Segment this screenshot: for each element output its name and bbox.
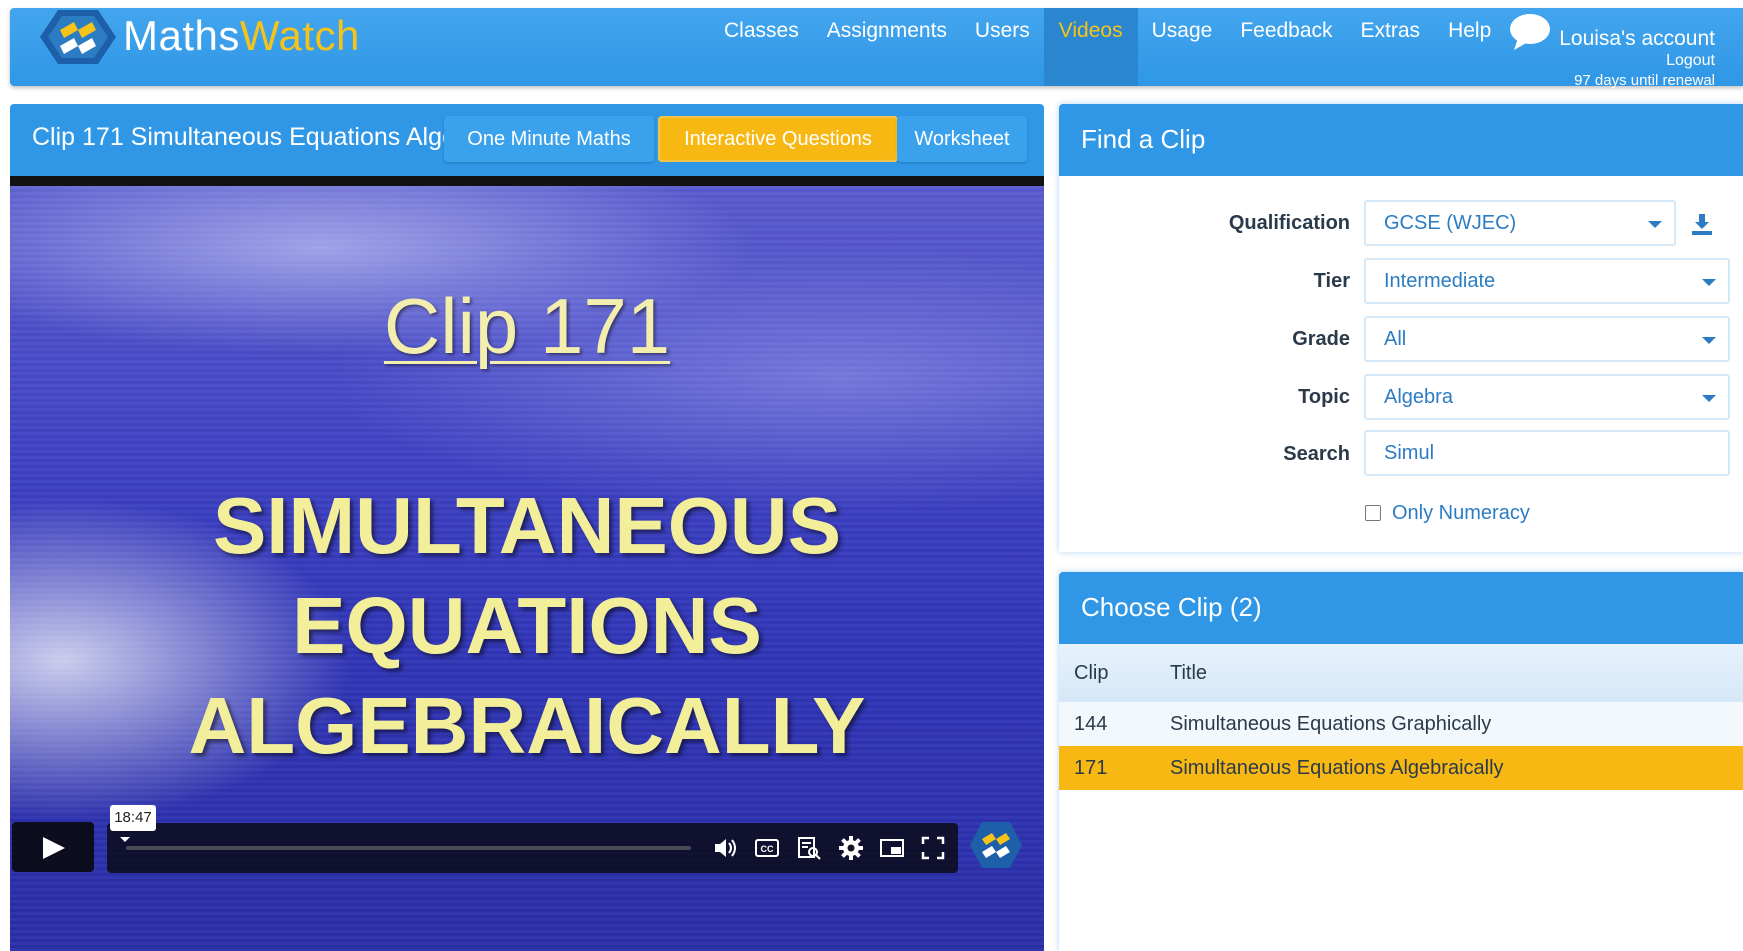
slide-title-line-3: ALGEBRAICALLY	[188, 681, 866, 770]
video-header: Clip 171 Simultaneous Equations Algebrai…	[10, 104, 1044, 176]
tier-label: Tier	[1313, 270, 1350, 292]
chat-bubble-icon[interactable]	[1508, 12, 1552, 52]
grade-value: All	[1384, 328, 1407, 350]
nav-item-help[interactable]: Help	[1434, 8, 1505, 86]
only-numeracy-checkbox[interactable]	[1365, 505, 1381, 521]
worksheet-button[interactable]: Worksheet	[897, 116, 1027, 162]
nav-menu: Classes Assignments Users Videos Usage F…	[710, 8, 1505, 86]
table-row[interactable]: 144 Simultaneous Equations Graphically	[1059, 702, 1743, 746]
chevron-down-icon	[1702, 337, 1716, 344]
clip-title-cell: Simultaneous Equations Algebraically	[1170, 757, 1504, 779]
progress-bar[interactable]	[126, 846, 691, 850]
play-button[interactable]	[12, 822, 94, 872]
fullscreen-icon[interactable]	[920, 835, 946, 861]
clip-table-header: Clip Title	[1059, 644, 1743, 702]
qualification-value: GCSE (WJEC)	[1384, 212, 1517, 234]
progress-marker	[120, 837, 130, 842]
nav-item-extras[interactable]: Extras	[1347, 8, 1435, 86]
svg-text:CC: CC	[761, 844, 774, 854]
nav-item-assignments[interactable]: Assignments	[813, 8, 961, 86]
one-minute-maths-button[interactable]: One Minute Maths	[444, 116, 654, 162]
nav-item-users[interactable]: Users	[961, 8, 1044, 86]
brand-name: MathsWatch	[123, 12, 360, 60]
brand-part-1: Maths	[123, 12, 240, 59]
slide-title-line-1: SIMULTANEOUS	[212, 481, 842, 570]
brand-part-2: Watch	[239, 12, 360, 59]
search-label: Search	[1283, 443, 1350, 465]
player-logo-icon[interactable]	[968, 820, 1024, 870]
download-icon[interactable]	[1690, 212, 1714, 236]
grade-select[interactable]: All	[1364, 316, 1730, 362]
captions-icon[interactable]: CC	[754, 835, 780, 861]
mathswatch-logo-icon[interactable]	[38, 8, 118, 66]
slide-title: SIMULTANEOUS EQUATIONS ALGEBRAICALLY	[10, 476, 1044, 776]
slide-clip-label: Clip 171	[383, 282, 671, 370]
play-icon	[43, 837, 65, 859]
topic-select[interactable]: Algebra	[1364, 374, 1730, 420]
clip-title: Clip 171 Simultaneous Equations Algebrai…	[32, 123, 454, 151]
choose-clip-header: Choose Clip (2)	[1059, 572, 1743, 644]
volume-icon[interactable]	[712, 835, 738, 861]
nav-item-classes[interactable]: Classes	[710, 8, 813, 86]
clip-title-cell: Simultaneous Equations Graphically	[1170, 713, 1492, 735]
settings-icon[interactable]	[838, 835, 864, 861]
picture-in-picture-icon[interactable]	[879, 835, 905, 861]
clip-number: 171	[1074, 757, 1108, 779]
topic-label: Topic	[1298, 386, 1350, 408]
slide-title-line-2: EQUATIONS	[292, 581, 762, 670]
find-clip-title: Find a Clip	[1081, 124, 1206, 154]
choose-clip-title: Choose Clip (2)	[1081, 592, 1262, 622]
table-row-selected[interactable]: 171 Simultaneous Equations Algebraically	[1059, 746, 1743, 790]
find-clip-header: Find a Clip	[1059, 104, 1743, 176]
logout-link[interactable]: Logout	[1666, 52, 1715, 70]
chevron-down-icon	[1702, 395, 1716, 402]
nav-item-usage[interactable]: Usage	[1138, 8, 1227, 86]
chevron-down-icon	[1702, 279, 1716, 286]
renewal-status: 97 days until renewal	[1574, 72, 1715, 89]
transcript-icon[interactable]	[796, 835, 822, 861]
qualification-select[interactable]: GCSE (WJEC)	[1364, 200, 1676, 246]
tier-value: Intermediate	[1384, 270, 1496, 292]
only-numeracy-label[interactable]: Only Numeracy	[1392, 502, 1530, 525]
search-input[interactable]	[1364, 430, 1730, 476]
grade-label: Grade	[1292, 328, 1350, 350]
choose-clip-panel: Choose Clip (2) Clip Title 144 Simultane…	[1059, 572, 1743, 951]
top-navbar: MathsWatch Classes Assignments Users Vid…	[10, 8, 1743, 89]
chevron-down-icon	[1648, 221, 1662, 228]
qualification-label: Qualification	[1228, 212, 1350, 234]
column-header-clip[interactable]: Clip	[1074, 662, 1108, 685]
column-header-title[interactable]: Title	[1170, 662, 1207, 685]
tier-select[interactable]: Intermediate	[1364, 258, 1730, 304]
topic-value: Algebra	[1384, 386, 1453, 408]
nav-item-feedback[interactable]: Feedback	[1226, 8, 1346, 86]
clip-number: 144	[1074, 713, 1108, 735]
interactive-questions-button[interactable]: Interactive Questions	[658, 116, 898, 162]
nav-item-videos[interactable]: Videos	[1043, 8, 1138, 86]
account-link[interactable]: Louisa's account	[1559, 27, 1715, 51]
find-clip-panel: Find a Clip Qualification GCSE (WJEC) Ti…	[1059, 104, 1743, 552]
duration-tooltip: 18:47	[110, 805, 156, 831]
